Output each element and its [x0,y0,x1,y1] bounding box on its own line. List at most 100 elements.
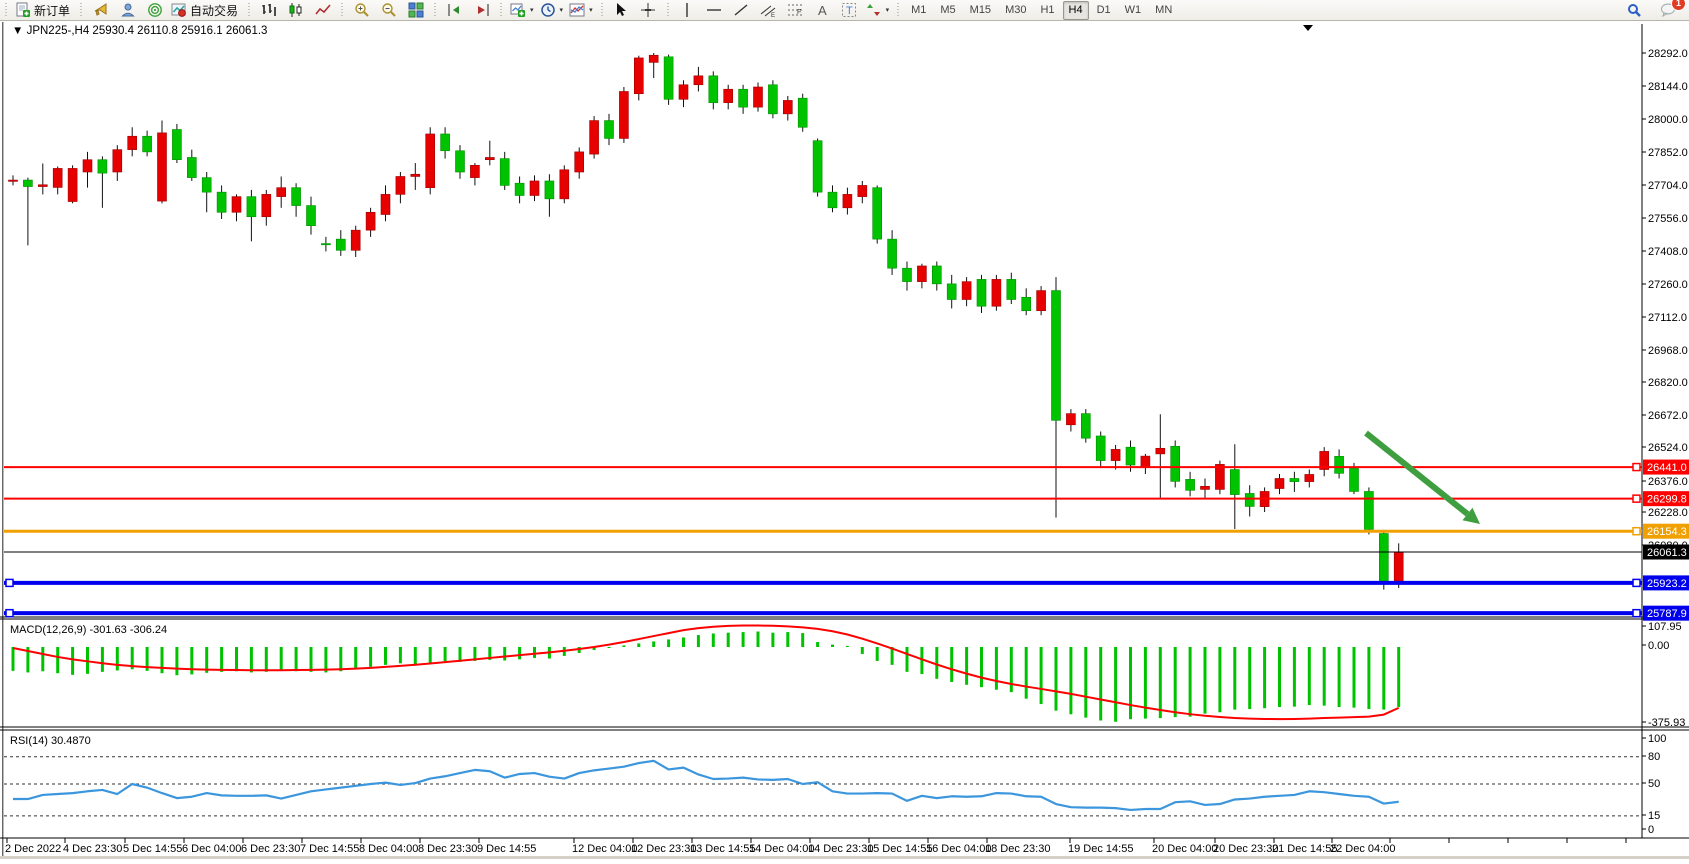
crosshair-button[interactable] [635,0,662,21]
candlestick-chart-button[interactable] [282,0,309,21]
zoom-out-button[interactable] [375,0,402,21]
rsi-axis-label: 0 [1648,824,1654,836]
zoom-in-button[interactable] [348,0,375,21]
time-axis-label: 13 Dec 14:55 [690,843,755,855]
candle-body [858,185,867,196]
auto-scroll-button[interactable] [468,0,495,21]
timeframe-m5-button[interactable]: M5 [934,1,961,20]
period-button[interactable]: ▾ [537,0,567,21]
fibonacci-button[interactable]: F [782,0,809,21]
trendline-icon [733,2,749,18]
line-handle[interactable] [1633,528,1640,535]
tile-windows-button[interactable] [402,0,429,21]
line-handle[interactable] [1633,610,1640,617]
svg-text:▼ JPN225-,H4 25930.4 26110.8: ▼ JPN225-,H4 25930.4 26110.8 25916.1 260… [12,25,267,37]
autotrading-button[interactable]: 自动交易 [168,0,243,21]
new-order-icon [15,2,31,18]
chevron-down-icon: ▾ [530,6,534,14]
price-badge-label: 25787.9 [1647,608,1687,620]
candle-body [1379,534,1388,584]
svg-text:A: A [818,3,827,18]
ohlc-values: 25930.4 26110.8 25916.1 26061.3 [92,25,267,37]
bar-chart-button[interactable] [255,0,282,21]
toolbar-separator [499,3,504,18]
arrows-button[interactable]: ▾ [863,0,893,21]
template-button[interactable]: ▾ [566,0,596,21]
equidistant-channel-button[interactable]: E [755,0,782,21]
price-axis-label: 27112.0 [1648,312,1687,324]
price-axis-label: 28000.0 [1648,114,1688,126]
linechart-icon [315,2,331,18]
price-badge-label: 25923.2 [1647,578,1687,590]
timeframe-m1-button[interactable]: M1 [905,1,932,20]
main-toolbar: 新订单自动交易▾▾▾EFAT▾ M1M5M15M30H1H4D1W1MN 1 [0,0,1689,21]
signals-button[interactable] [141,0,168,21]
horizontal-line-button[interactable] [701,0,728,21]
line-chart-button[interactable] [309,0,336,21]
announcements-button[interactable] [87,0,114,21]
candle-body [545,181,554,199]
candle-body [292,188,301,206]
chart-window[interactable]: 28292.028144.028000.027852.027704.027556… [0,0,1689,859]
fibo-icon: F [787,2,803,18]
candle-body [724,89,733,102]
candle-body [1186,479,1195,490]
candle-body [843,194,852,207]
candle-body [530,181,539,196]
candle-body [336,239,345,250]
vertical-line-button[interactable] [674,0,701,21]
candle-body [485,157,494,159]
candle-body [128,136,137,149]
timeframe-d1-button[interactable]: D1 [1091,1,1117,20]
candle-body [873,188,882,239]
price-axis-label: 27556.0 [1648,213,1688,225]
price-axis-label: 27852.0 [1648,147,1688,159]
time-axis-label: 21 Dec 14:55 [1272,843,1337,855]
line-handle[interactable] [1633,495,1640,502]
candle-body [932,266,941,284]
price-axis-label: 27704.0 [1648,180,1688,192]
price-axis-label: 26820.0 [1648,377,1688,389]
candle-body [605,121,614,139]
candle-body [1305,474,1314,481]
candle-body [366,212,375,230]
candle-body [411,174,420,176]
new-chart-button[interactable]: ▾ [507,0,537,21]
candle-body [172,130,181,160]
line-handle[interactable] [1633,464,1640,471]
chart-canvas[interactable]: 28292.028144.028000.027852.027704.027556… [0,0,1689,859]
line-handle[interactable] [6,610,13,617]
timeframe-m30-button[interactable]: M30 [999,1,1032,20]
candle-body [739,89,748,107]
toolbar-separator [600,3,605,18]
timeframe-w1-button[interactable]: W1 [1119,1,1148,20]
symbol-period-label: JPN225-,H4 [27,25,93,37]
timeframe-m15-button[interactable]: M15 [964,1,997,20]
line-handle[interactable] [6,579,13,586]
candle-body [977,279,986,306]
line-handle[interactable] [1633,579,1640,586]
new-order-button[interactable]: 新订单 [12,0,75,21]
timeframe-mn-button[interactable]: MN [1149,1,1178,20]
text-label-button[interactable]: T [836,0,863,21]
time-axis-label: 19 Dec 14:55 [1068,843,1133,855]
text-button[interactable]: A [809,0,836,21]
crosshair-icon [640,2,656,18]
time-axis-label: 6 Dec 04:00 [182,843,241,855]
search-button[interactable] [1621,0,1648,21]
candle-body [1364,491,1373,529]
channel-icon: E [760,2,776,18]
timeframe-h1-button[interactable]: H1 [1034,1,1060,20]
chart-shift-button[interactable] [441,0,468,21]
time-axis-label: 7 Dec 14:55 [300,843,359,855]
cursor-button[interactable] [608,0,635,21]
candle-body [217,192,226,212]
timeframe-h4-button[interactable]: H4 [1063,1,1089,20]
candle-body [1096,436,1105,461]
symbol-dropdown-icon: ▼ [12,25,27,37]
time-axis-label: 18 Dec 23:30 [985,843,1050,855]
community-button[interactable] [114,0,141,21]
chat-button[interactable]: 1 [1654,0,1681,21]
trendline-button[interactable] [728,0,755,21]
tiles-icon [408,2,424,18]
